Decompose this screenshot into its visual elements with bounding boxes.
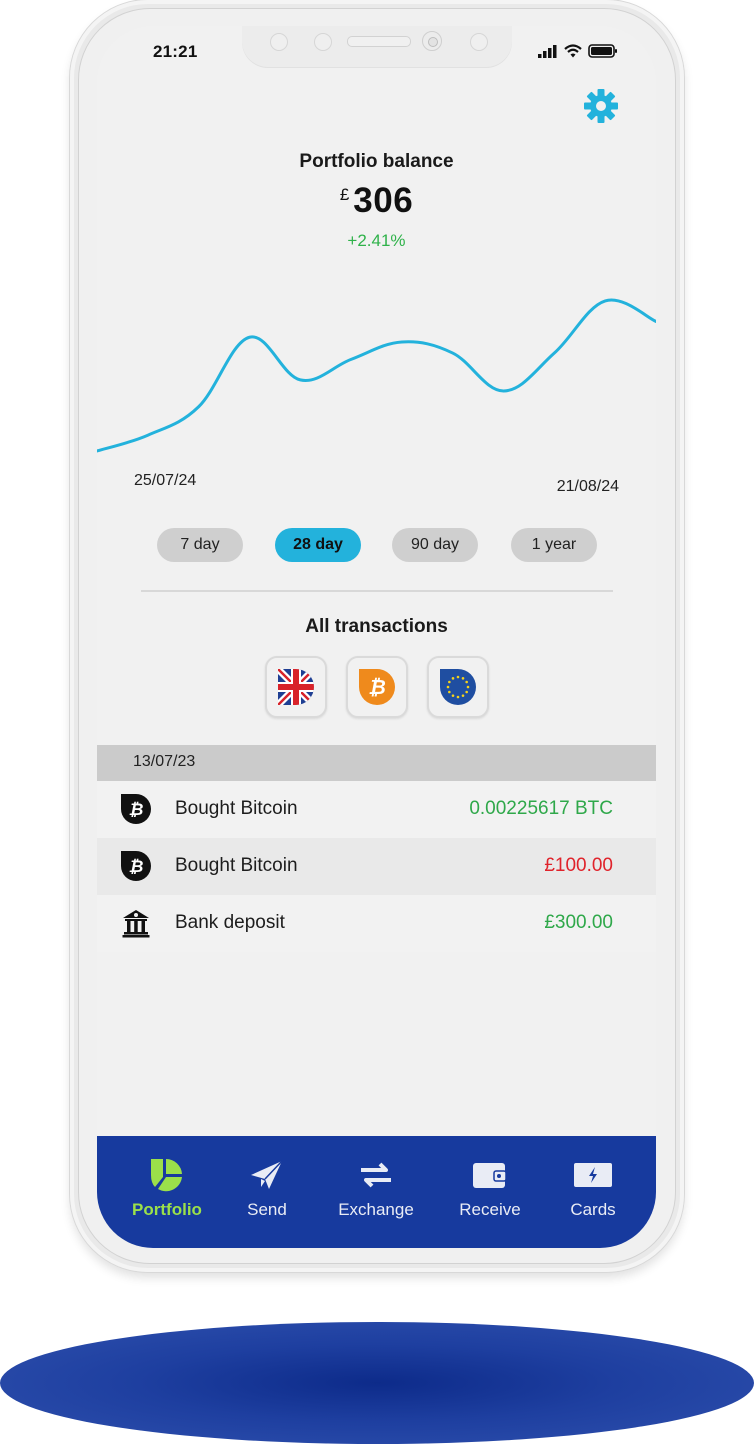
nav-label: Portfolio: [132, 1200, 202, 1219]
notch: [242, 26, 512, 68]
bank-icon: [122, 910, 150, 938]
nav-label: Cards: [570, 1200, 616, 1219]
eu-star: [465, 690, 468, 694]
bitcoin-icon: ₿: [121, 794, 151, 824]
transaction-row[interactable]: ₿ Bought Bitcoin £100.00: [97, 838, 656, 895]
status-icons: [538, 44, 618, 58]
eu-star: [456, 675, 460, 679]
nav-label: Exchange: [338, 1200, 414, 1219]
range-1-year[interactable]: 1 year: [511, 528, 597, 562]
transaction-label: Bank deposit: [175, 912, 285, 933]
eu-star: [451, 677, 455, 680]
svg-text:₿: ₿: [368, 677, 386, 699]
svg-text:₿: ₿: [129, 857, 144, 876]
range-selector: 7 day 28 day 90 day 1 year: [97, 528, 656, 562]
transaction-label: Bought Bitcoin: [175, 855, 298, 876]
bottom-nav: Portfolio Send Exchange Receive Cards: [97, 1136, 656, 1248]
transaction-amount: £100.00: [544, 855, 613, 876]
transaction-amount: 0.00225617 BTC: [469, 798, 613, 819]
gear-icon[interactable]: [583, 88, 619, 124]
eu-star: [446, 685, 450, 689]
sensor-dot: [470, 33, 488, 51]
svg-text:₿: ₿: [129, 800, 144, 819]
eu-star: [461, 694, 465, 697]
chart-end-date: 21/08/24: [556, 478, 619, 495]
balance-amount: £306: [97, 181, 656, 221]
card-icon: [574, 1163, 612, 1187]
currency-symbol: £: [339, 185, 350, 204]
balance-value: 306: [353, 181, 414, 220]
nav-label: Send: [247, 1200, 287, 1219]
transaction-row[interactable]: Bank deposit £300.00: [97, 895, 656, 952]
exchange-arrows-icon: [361, 1162, 391, 1188]
nav-receive[interactable]: Receive: [440, 1136, 540, 1248]
range-90-day[interactable]: 90 day: [392, 528, 478, 562]
eu-star: [466, 685, 470, 689]
eu-star: [456, 695, 460, 699]
speaker: [347, 36, 411, 47]
nav-cards[interactable]: Cards: [543, 1136, 643, 1248]
nav-portfolio[interactable]: Portfolio: [117, 1136, 217, 1248]
transactions-title: All transactions: [305, 616, 448, 637]
nav-exchange[interactable]: Exchange: [326, 1136, 426, 1248]
paper-plane-icon: [251, 1160, 283, 1189]
balance-chart: [97, 298, 656, 453]
eu-star: [448, 690, 451, 694]
filter-eur[interactable]: [427, 656, 489, 718]
bitcoin-icon: ₿: [359, 669, 395, 705]
bitcoin-icon: ₿: [121, 851, 151, 881]
balance-title: Portfolio balance: [299, 151, 454, 172]
eu-star: [461, 677, 465, 680]
floor-shadow: [0, 1322, 754, 1444]
chart-start-date: 25/07/24: [134, 472, 197, 489]
transaction-date-header: 13/07/23: [97, 745, 656, 781]
range-28-day[interactable]: 28 day: [275, 528, 361, 562]
eu-flag-icon: [440, 669, 476, 705]
wifi-icon: [564, 44, 582, 58]
transaction-date: 13/07/23: [133, 753, 196, 770]
eu-star: [451, 694, 455, 697]
transaction-label: Bought Bitcoin: [175, 798, 298, 819]
balance-change: +2.41%: [347, 231, 406, 250]
transaction-row[interactable]: ₿ Bought Bitcoin 0.00225617 BTC: [97, 781, 656, 838]
battery-icon: [588, 44, 617, 58]
camera: [422, 31, 442, 51]
gbp-flag-icon: [278, 669, 314, 705]
eu-star: [448, 680, 451, 684]
filter-btc[interactable]: ₿: [346, 656, 408, 718]
sensor-dot: [314, 33, 332, 51]
transaction-amount: £300.00: [544, 912, 613, 933]
range-7-day[interactable]: 7 day: [157, 528, 243, 562]
chart-series-line: [97, 298, 656, 453]
eu-star: [465, 680, 468, 684]
wallet-icon: [473, 1163, 507, 1188]
signal-icon: [538, 44, 557, 58]
status-time: 21:21: [153, 42, 198, 61]
currency-filters: ₿: [97, 656, 656, 718]
divider: [141, 590, 613, 592]
pie-chart-icon: [151, 1159, 182, 1192]
nav-send[interactable]: Send: [217, 1136, 317, 1248]
nav-label: Receive: [459, 1200, 521, 1219]
app-screen: 21:21 Portfolio balance £ 306 +2.41% 25/…: [97, 26, 656, 1248]
sensor-dot: [270, 33, 288, 51]
filter-gbp[interactable]: [265, 656, 327, 718]
